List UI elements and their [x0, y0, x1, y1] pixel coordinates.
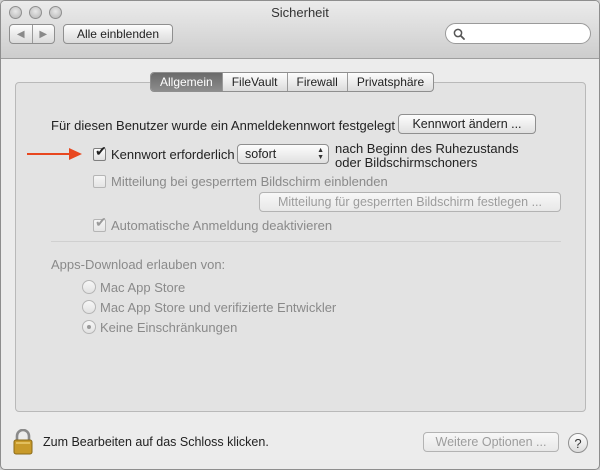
tab-filevault[interactable]: FileVault — [221, 73, 287, 91]
require-password-label: Kennwort erforderlich — [111, 147, 235, 162]
change-password-button[interactable]: Kennwort ändern ... — [398, 114, 536, 134]
search-icon — [453, 28, 465, 40]
search-input[interactable] — [470, 26, 584, 41]
lock-message-checkbox[interactable] — [93, 175, 106, 188]
more-options-button[interactable]: Weitere Optionen ... — [423, 432, 559, 452]
radio-selected-dot — [87, 325, 91, 329]
chevron-updown-icon: ▲ ▼ — [317, 147, 324, 161]
radio-identified-developers-label: Mac App Store und verifizierte Entwickle… — [100, 300, 337, 315]
radio-identified-developers[interactable] — [82, 300, 96, 314]
show-all-button[interactable]: Alle einblenden — [63, 24, 173, 44]
radio-anywhere-label: Keine Einschränkungen — [100, 320, 238, 335]
arrow-annotation-icon — [27, 148, 82, 160]
radio-anywhere[interactable] — [82, 320, 96, 334]
lock-message-label: Mitteilung bei gesperrtem Bildschirm ein… — [111, 174, 388, 189]
tab-privatsphaere[interactable]: Privatsphäre — [346, 73, 433, 91]
titlebar: Sicherheit ◀ ▶ Alle einblenden — [1, 1, 599, 59]
radio-mac-app-store-label: Mac App Store — [100, 280, 186, 295]
disable-auto-login-checkbox[interactable]: ✔ — [93, 215, 107, 232]
back-button[interactable]: ◀ — [10, 25, 32, 43]
window-title: Sicherheit — [271, 5, 329, 20]
tab-firewall[interactable]: Firewall — [286, 73, 347, 91]
password-delay-select[interactable]: sofort ▲ ▼ — [237, 144, 329, 164]
radio-mac-app-store[interactable] — [82, 280, 96, 294]
require-password-checkbox[interactable]: ✔ — [93, 144, 107, 161]
forward-button[interactable]: ▶ — [31, 25, 55, 43]
require-after-line1: nach Beginn des Ruhezustands — [335, 141, 519, 156]
checkmark-icon: ✔ — [95, 214, 107, 230]
password-delay-value: sofort — [245, 147, 277, 161]
password-info-text: Für diesen Benutzer wurde ein Anmeldeken… — [51, 118, 395, 133]
checkmark-icon: ✔ — [95, 143, 107, 159]
lock-icon[interactable] — [13, 429, 33, 455]
disable-auto-login-label: Automatische Anmeldung deaktivieren — [111, 218, 333, 233]
help-button[interactable]: ? — [568, 433, 588, 453]
set-lock-message-button[interactable]: Mitteilung für gesperrten Bildschirm fes… — [259, 192, 561, 212]
nav-segmented-control: ◀ ▶ — [9, 24, 55, 44]
apps-download-label: Apps-Download erlauben von: — [51, 257, 226, 272]
preferences-window: Sicherheit ◀ ▶ Alle einblenden Allgemein… — [0, 0, 600, 470]
require-after-line2: oder Bildschirmschoners — [335, 155, 478, 170]
search-field[interactable] — [445, 23, 591, 44]
tab-bar: Allgemein FileVault Firewall Privatsphär… — [150, 72, 435, 92]
divider — [51, 241, 561, 242]
tab-allgemein[interactable]: Allgemein — [151, 73, 222, 91]
lock-status-text: Zum Bearbeiten auf das Schloss klicken. — [43, 435, 269, 449]
